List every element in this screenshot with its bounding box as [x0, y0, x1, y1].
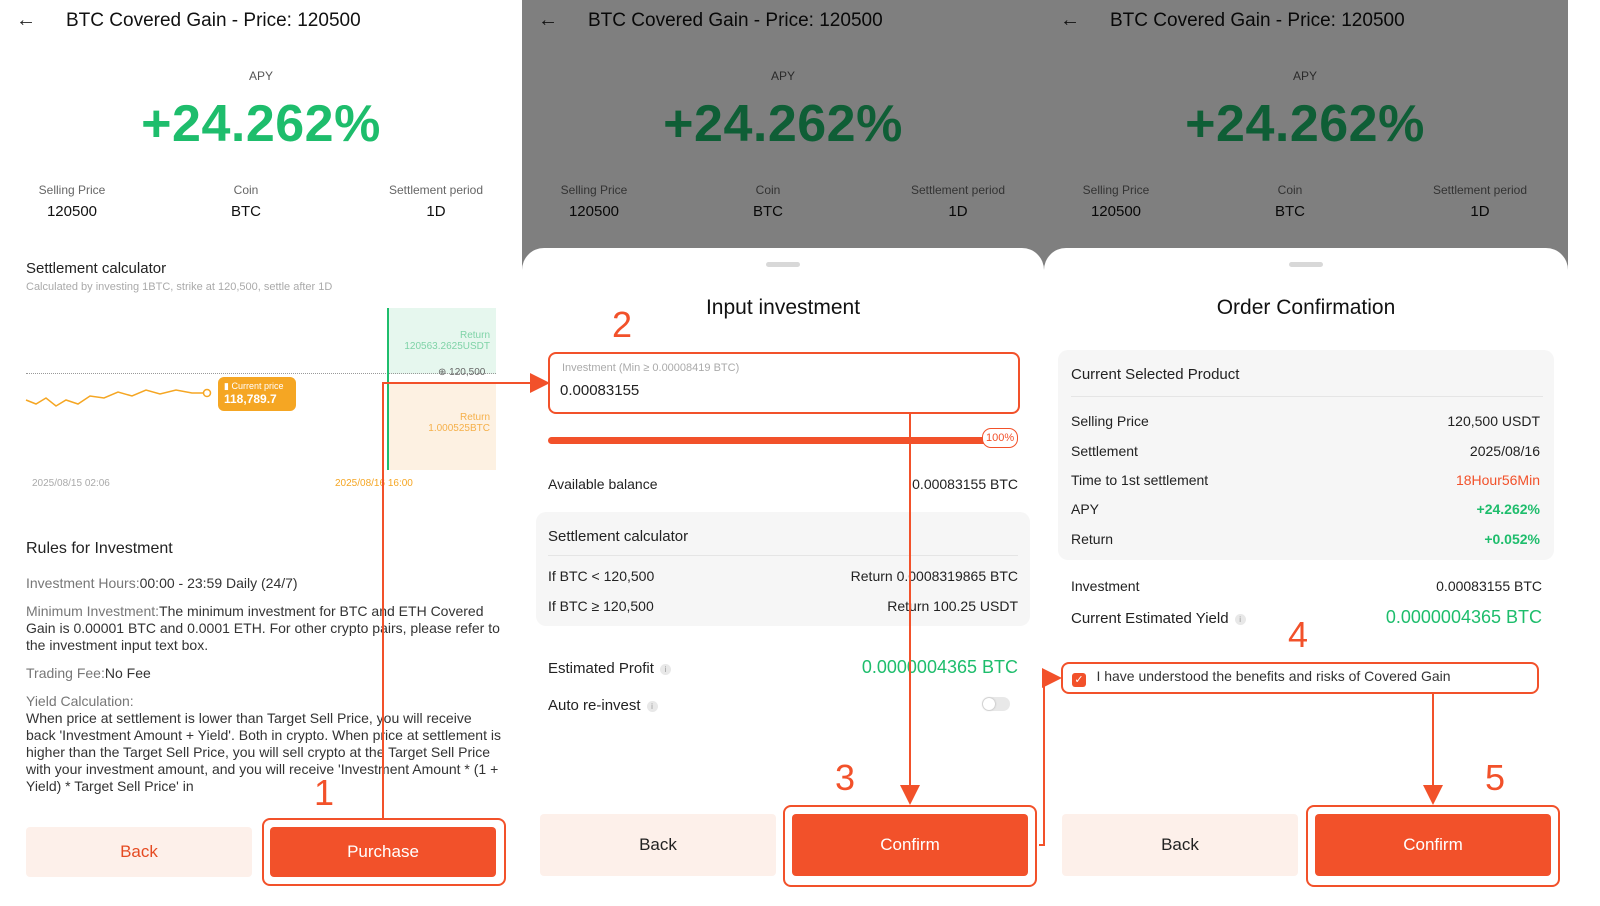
- info-icon[interactable]: i: [646, 701, 658, 712]
- stat-selling-price: Selling Price 120500: [38, 183, 106, 220]
- back-button[interactable]: Back: [1062, 814, 1298, 876]
- step-number-5: 5: [1485, 757, 1506, 798]
- slider-track: [548, 437, 988, 444]
- back-arrow-icon[interactable]: ←: [16, 10, 36, 30]
- investment-value: 0.00083155 BTC: [1436, 578, 1542, 594]
- step-number-3: 3: [835, 757, 856, 798]
- calc-title: Settlement calculator: [26, 260, 167, 277]
- step-number-4: 4: [1288, 614, 1309, 655]
- back-button[interactable]: Back: [540, 814, 776, 876]
- profit-label: Estimated Profit i: [548, 660, 671, 677]
- step-number-1: 1: [314, 772, 335, 813]
- calc-subtitle: Calculated by investing 1BTC, strike at …: [26, 281, 333, 293]
- callout-step-1: [262, 818, 506, 886]
- selected-product-box: Current Selected Product Selling Price 1…: [1058, 350, 1554, 560]
- callout-step-2: [548, 352, 1020, 414]
- slider-percent: 100%: [982, 428, 1019, 448]
- top-bar: ← BTC Covered Gain - Price: 120500: [0, 0, 522, 42]
- step-number-2: 2: [612, 304, 633, 345]
- order-confirmation-screen: ← BTC Covered Gain - Price: 120500 APY +…: [1044, 0, 1600, 906]
- x-end-label: 2025/08/16 16:00: [335, 478, 413, 489]
- callout-step-4: [1061, 662, 1539, 694]
- rules-fade: [0, 800, 522, 820]
- callout-step-3: [783, 805, 1037, 887]
- product-detail-screen: ← BTC Covered Gain - Price: 120500 APY +…: [0, 0, 522, 906]
- apy-value: +24.262%: [141, 95, 381, 153]
- sheet-title: Order Confirmation: [1216, 296, 1396, 319]
- sheet-handle[interactable]: [766, 262, 800, 267]
- profit-value: 0.0000004365 BTC: [861, 657, 1018, 677]
- callout-step-5: [1306, 805, 1560, 887]
- sheet-title: Input investment: [705, 296, 861, 319]
- input-investment-screen: ← BTC Covered Gain - Price: 120500 APY +…: [522, 0, 1044, 906]
- apy-label: APY: [248, 69, 273, 83]
- page-title: BTC Covered Gain - Price: 120500: [66, 10, 361, 31]
- current-price-tag: ▮ Current price 118,789.7: [218, 377, 296, 411]
- sheet-handle[interactable]: [1289, 262, 1323, 267]
- back-button[interactable]: Back: [26, 827, 252, 877]
- rules-body: Investment Hours:00:00 - 23:59 Daily (24…: [26, 575, 501, 794]
- info-icon[interactable]: i: [1234, 614, 1246, 625]
- available-label: Available balance: [548, 476, 658, 492]
- candle-icon: ▮: [224, 381, 229, 391]
- amount-slider[interactable]: 100%: [548, 428, 1019, 448]
- modal-overlay[interactable]: [522, 0, 1044, 270]
- modal-overlay[interactable]: [1044, 0, 1568, 270]
- settlement-calculator-box: Settlement calculator If BTC < 120,500 R…: [536, 512, 1030, 626]
- settlement-chart: Return 120563.2625USDT Return 1.000525BT…: [0, 300, 522, 500]
- rules-title: Rules for Investment: [26, 540, 173, 557]
- x-start-label: 2025/08/15 02:06: [32, 478, 110, 489]
- available-value: 0.00083155 BTC: [912, 476, 1018, 492]
- stat-coin: Coin BTC: [231, 183, 261, 220]
- info-icon[interactable]: i: [659, 664, 671, 675]
- reinvest-label: Auto re-invest i: [548, 697, 658, 714]
- estimated-yield-value: 0.0000004365 BTC: [1385, 607, 1542, 627]
- investment-label: Investment: [1071, 578, 1140, 594]
- reinvest-toggle[interactable]: [982, 697, 1010, 711]
- stat-settlement-period: Settlement period 1D: [388, 183, 484, 220]
- estimated-yield-label: Current Estimated Yield i: [1071, 610, 1246, 627]
